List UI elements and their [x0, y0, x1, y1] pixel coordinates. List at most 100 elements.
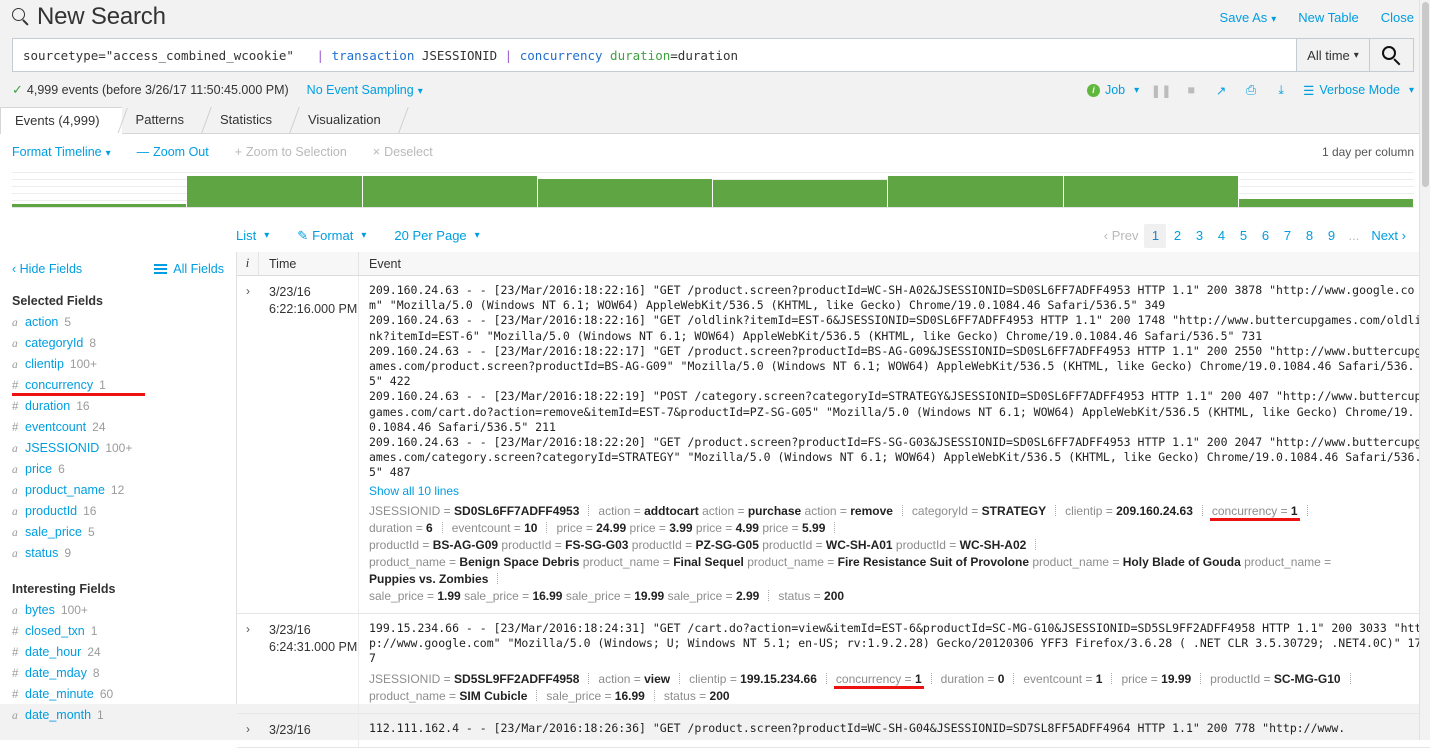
deselect-button[interactable]: × Deselect: [373, 145, 433, 159]
new-table-button[interactable]: New Table: [1298, 10, 1358, 25]
pause-icon[interactable]: ❚❚: [1151, 82, 1172, 98]
hide-fields-button[interactable]: ‹ Hide Fields: [12, 262, 82, 276]
next-page-button[interactable]: Next ›: [1365, 224, 1412, 248]
field-name[interactable]: concurrency: [25, 375, 93, 395]
search-query-input[interactable]: sourcetype="access_combined_wcookie" | t…: [12, 38, 1296, 72]
show-all-lines-link[interactable]: Show all 10 lines: [369, 484, 459, 498]
field-value-pair[interactable]: action = remove: [801, 504, 893, 518]
field-value-pair[interactable]: price = 5.99: [759, 521, 825, 535]
field-item-sale_price[interactable]: a sale_price 5: [12, 522, 224, 543]
field-value-pair[interactable]: duration = 0: [941, 672, 1005, 686]
field-name[interactable]: bytes: [25, 600, 55, 620]
page-button-4[interactable]: 4: [1210, 224, 1232, 248]
field-value-pair[interactable]: product_name =: [1241, 555, 1331, 569]
stop-icon[interactable]: ■: [1183, 82, 1199, 98]
tab-patterns[interactable]: Patterns: [122, 107, 212, 133]
field-name[interactable]: productId: [25, 501, 77, 521]
field-value-pair[interactable]: price = 4.99: [693, 521, 759, 535]
table-row[interactable]: › 3/23/16 6:22:16.000 PM 209.160.24.63 - - …: [237, 276, 1430, 614]
timeline-bar[interactable]: [537, 172, 713, 207]
field-value-pair[interactable]: concurrency = 1: [1212, 504, 1298, 518]
tab-visualization[interactable]: Visualization: [294, 107, 409, 133]
field-value-pair[interactable]: Puppies vs. Zombies: [369, 572, 488, 586]
search-mode-button[interactable]: ☰ Verbose Mode ▾: [1303, 83, 1414, 98]
field-value-pair[interactable]: JSESSIONID = SD5SL9FF2ADFF4958: [369, 672, 579, 686]
expand-row-icon[interactable]: ›: [237, 614, 259, 714]
format-results-button[interactable]: ✎ Format ▾: [297, 228, 366, 244]
field-value-pair[interactable]: clientip = 199.15.234.66: [689, 672, 817, 686]
field-item-concurrency[interactable]: # concurrency 1: [12, 375, 224, 396]
tab-statistics[interactable]: Statistics: [206, 107, 300, 133]
field-value-pair[interactable]: product_name = Fire Resistance Suit of P…: [744, 555, 1029, 569]
table-row[interactable]: › 3/23/16 6:24:31.000 PM 199.15.234.66 - - …: [237, 613, 1430, 715]
field-name[interactable]: product_name: [25, 480, 105, 500]
field-name[interactable]: clientip: [25, 354, 64, 374]
all-fields-button[interactable]: All Fields: [154, 262, 224, 276]
tab-events[interactable]: Events (4,999): [0, 107, 128, 134]
run-search-button[interactable]: [1370, 38, 1414, 72]
table-row[interactable]: › 3/23/16 112.111.162.4 - - [23/Mar/2016:1…: [237, 714, 1430, 748]
field-name[interactable]: JSESSIONID: [25, 438, 99, 458]
zoom-to-selection-button[interactable]: + Zoom to Selection: [235, 145, 347, 159]
save-as-button[interactable]: Save As ▾: [1220, 10, 1277, 25]
print-icon[interactable]: ⎙: [1243, 82, 1259, 98]
field-name[interactable]: date_hour: [25, 642, 81, 662]
field-name[interactable]: date_month: [25, 705, 91, 725]
field-value-pair[interactable]: eventcount = 10: [452, 521, 538, 535]
export-icon[interactable]: ⤓: [1273, 82, 1289, 98]
field-value-pair[interactable]: productId = WC-SH-A02: [893, 538, 1026, 552]
field-value-pair[interactable]: status = 200: [664, 689, 730, 703]
page-button-1[interactable]: 1: [1144, 223, 1167, 248]
field-name[interactable]: status: [25, 543, 58, 563]
field-value-pair[interactable]: productId = WC-SH-A01: [759, 538, 892, 552]
field-value-pair[interactable]: action = view: [598, 672, 670, 686]
field-value-pair[interactable]: productId = BS-AG-G09: [369, 538, 498, 552]
field-value-pair[interactable]: clientip = 209.160.24.63: [1065, 504, 1193, 518]
field-value-pair[interactable]: action = addtocart: [598, 504, 698, 518]
field-value-pair[interactable]: productId = FS-SG-G03: [498, 538, 628, 552]
field-value-pair[interactable]: action = purchase: [699, 504, 801, 518]
field-item-duration[interactable]: # duration 16: [12, 396, 224, 417]
field-name[interactable]: date_minute: [25, 684, 94, 704]
field-item-date_hour[interactable]: # date_hour 24: [12, 642, 224, 663]
field-value-pair[interactable]: price = 24.99: [556, 521, 626, 535]
timeline-chart[interactable]: [12, 172, 1414, 208]
field-item-action[interactable]: a action 5: [12, 312, 224, 333]
time-range-picker[interactable]: All time ▾: [1296, 38, 1370, 72]
field-item-JSESSIONID[interactable]: a JSESSIONID 100+: [12, 438, 224, 459]
field-value-pair[interactable]: sale_price = 16.99: [546, 689, 644, 703]
field-item-date_minute[interactable]: # date_minute 60: [12, 684, 224, 705]
expand-row-icon[interactable]: ›: [237, 276, 259, 613]
field-value-pair[interactable]: product_name = Final Sequel: [579, 555, 744, 569]
field-item-bytes[interactable]: a bytes 100+: [12, 600, 224, 621]
field-item-productId[interactable]: a productId 16: [12, 501, 224, 522]
page-button-7[interactable]: 7: [1276, 224, 1298, 248]
field-name[interactable]: price: [25, 459, 52, 479]
field-value-pair[interactable]: price = 3.99: [626, 521, 693, 535]
field-name[interactable]: duration: [25, 396, 70, 416]
page-button-8[interactable]: 8: [1298, 224, 1320, 248]
field-item-eventcount[interactable]: # eventcount 24: [12, 417, 224, 438]
page-button-3[interactable]: 3: [1188, 224, 1210, 248]
zoom-out-button[interactable]: — Zoom Out: [137, 145, 209, 159]
field-name[interactable]: date_mday: [25, 663, 87, 683]
prev-page-button[interactable]: ‹ Prev: [1098, 224, 1145, 248]
field-value-pair[interactable]: price = 19.99: [1121, 672, 1191, 686]
field-item-product_name[interactable]: a product_name 12: [12, 480, 224, 501]
field-value-pair[interactable]: product_name = SIM Cubicle: [369, 689, 527, 703]
field-value-pair[interactable]: productId = SC-MG-G10: [1210, 672, 1340, 686]
field-value-pair[interactable]: JSESSIONID = SD0SL6FF7ADFF4953: [369, 504, 579, 518]
field-value-pair[interactable]: productId = PZ-SG-G05: [628, 538, 759, 552]
field-item-clientip[interactable]: a clientip 100+: [12, 354, 224, 375]
field-name[interactable]: action: [25, 312, 58, 332]
timeline-bar[interactable]: [12, 172, 188, 207]
timeline-bar[interactable]: [362, 172, 538, 207]
field-value-pair[interactable]: status = 200: [778, 589, 844, 603]
field-value-pair[interactable]: duration = 6: [369, 521, 433, 535]
job-button[interactable]: i Job ▾: [1086, 83, 1139, 97]
field-name[interactable]: eventcount: [25, 417, 86, 437]
timeline-bar[interactable]: [713, 172, 889, 207]
field-value-pair[interactable]: concurrency = 1: [836, 672, 922, 686]
page-scrollbar[interactable]: [1419, 0, 1430, 740]
page-button-6[interactable]: 6: [1254, 224, 1276, 248]
